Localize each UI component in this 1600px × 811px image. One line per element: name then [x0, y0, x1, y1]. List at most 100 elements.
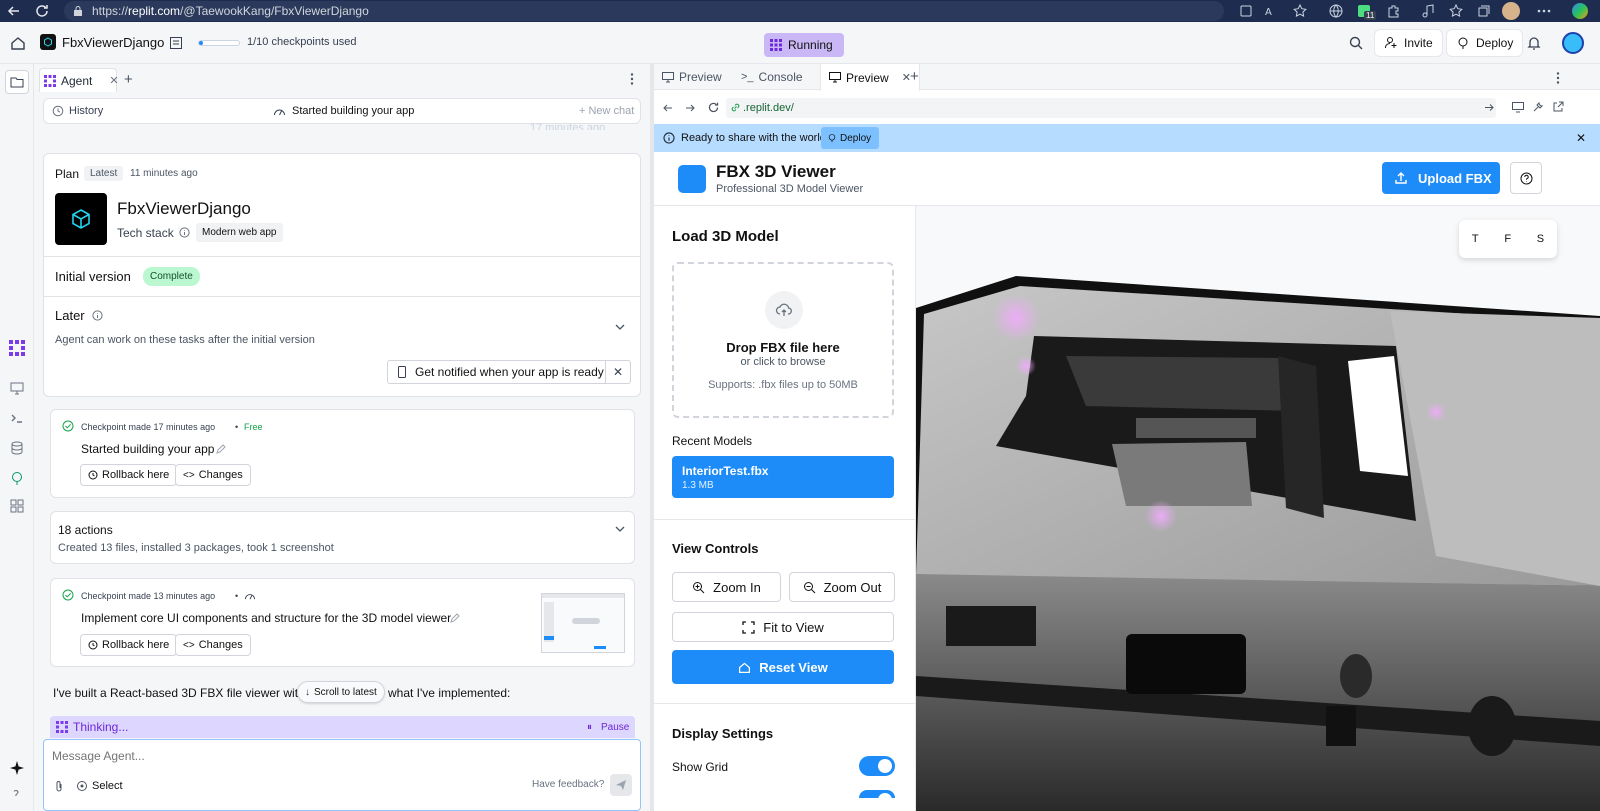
- send-button[interactable]: [610, 774, 632, 796]
- globe-icon[interactable]: [1328, 3, 1344, 19]
- device-icon[interactable]: [1512, 101, 1524, 113]
- checkpoint-list-icon[interactable]: [168, 35, 184, 51]
- scroll-to-latest-button[interactable]: ↓ Scroll to latest: [297, 681, 385, 703]
- pane-menu-icon[interactable]: [626, 72, 638, 86]
- message-input[interactable]: [52, 746, 612, 766]
- view-side-button[interactable]: S: [1537, 233, 1544, 245]
- edit-pencil-icon[interactable]: [215, 443, 227, 455]
- back-arrow-icon[interactable]: [662, 102, 674, 114]
- info-icon[interactable]: [179, 227, 190, 238]
- paperclip-icon[interactable]: [54, 780, 64, 792]
- wrench-icon[interactable]: [1532, 101, 1544, 113]
- deploy-button[interactable]: Deploy: [1446, 29, 1524, 57]
- view-cube-toolbar: T F S: [1459, 220, 1557, 258]
- drop-subtitle: or click to browse: [740, 356, 826, 368]
- new-tab-icon[interactable]: +: [124, 71, 133, 88]
- more-icon[interactable]: [1536, 3, 1552, 19]
- second-toggle[interactable]: [859, 790, 895, 798]
- reset-view-button[interactable]: Reset View: [672, 650, 894, 684]
- view-front-button[interactable]: F: [1504, 233, 1511, 245]
- changes-button[interactable]: <> Changes: [175, 464, 251, 486]
- thinking-bar: Thinking... ⏸ Pause: [50, 716, 635, 738]
- running-status[interactable]: Running: [764, 33, 844, 57]
- database-icon[interactable]: [9, 440, 25, 456]
- view-top-button[interactable]: T: [1472, 233, 1479, 245]
- actions-card[interactable]: 18 actions Created 13 files, installed 3…: [50, 511, 635, 564]
- preview-monitor-icon[interactable]: [9, 380, 25, 396]
- zoom-in-label: Zoom In: [713, 579, 761, 595]
- grid-apps-icon[interactable]: [9, 498, 25, 514]
- close-tab-icon[interactable]: ✕: [109, 74, 118, 87]
- rollback-button[interactable]: Rollback here: [80, 634, 178, 656]
- read-aloud-icon[interactable]: A: [1264, 3, 1280, 19]
- app-icon[interactable]: [1238, 3, 1254, 19]
- drop-zone[interactable]: Drop FBX file here or click to browse Su…: [672, 262, 894, 418]
- go-arrow-icon[interactable]: [1484, 102, 1495, 113]
- close-banner-icon[interactable]: ✕: [1576, 131, 1586, 145]
- console-icon[interactable]: [9, 410, 25, 426]
- copilot-icon[interactable]: [1572, 3, 1588, 19]
- recent-model-item[interactable]: InteriorTest.fbx 1.3 MB: [672, 456, 894, 498]
- external-link-icon[interactable]: [1552, 101, 1564, 113]
- banner-text: Ready to share with the world?: [681, 132, 833, 144]
- tab-console[interactable]: >_ Console: [733, 64, 811, 90]
- search-icon[interactable]: [1348, 35, 1364, 51]
- upload-fbx-button[interactable]: Upload FBX: [1382, 162, 1500, 194]
- zoom-out-button[interactable]: Zoom Out: [789, 572, 895, 602]
- chevron-down-icon[interactable]: [614, 322, 626, 332]
- later-info-icon[interactable]: [92, 310, 103, 321]
- edit-pencil-icon[interactable]: [449, 612, 461, 624]
- fit-to-view-button[interactable]: Fit to View: [672, 612, 894, 642]
- console-icon: >_: [741, 71, 754, 83]
- help-button[interactable]: [1510, 162, 1542, 194]
- zoom-in-button[interactable]: Zoom In: [672, 572, 781, 602]
- music-icon[interactable]: [1420, 3, 1436, 19]
- deployments-icon[interactable]: [9, 470, 25, 486]
- tab-preview[interactable]: Preview: [654, 64, 730, 90]
- invite-button[interactable]: Invite: [1374, 29, 1443, 57]
- back-arrow-icon[interactable]: [6, 3, 22, 19]
- forward-arrow-icon[interactable]: [684, 102, 696, 114]
- pane-menu-icon[interactable]: [1552, 71, 1564, 85]
- show-grid-toggle[interactable]: [859, 756, 895, 776]
- puzzle-icon[interactable]: [1386, 3, 1402, 19]
- zoom-out-label: Zoom Out: [823, 579, 882, 595]
- code-icon: <>: [183, 639, 195, 651]
- new-chat-button[interactable]: + New chat: [579, 105, 634, 117]
- agent-tab-icon: [44, 74, 56, 87]
- new-tab-icon[interactable]: +: [910, 68, 919, 85]
- profile-avatar[interactable]: [1502, 2, 1520, 20]
- monitor-icon: [662, 71, 674, 83]
- pause-button[interactable]: Pause: [601, 722, 629, 733]
- viewport-3d[interactable]: T F S: [916, 206, 1600, 811]
- help-icon: [1520, 172, 1533, 185]
- changes-button[interactable]: <> Changes: [175, 634, 251, 656]
- tab-agent[interactable]: Agent ✕: [39, 68, 119, 92]
- reload-icon[interactable]: [707, 101, 720, 114]
- rollback-button[interactable]: Rollback here: [80, 464, 178, 486]
- collections-icon[interactable]: [1476, 3, 1492, 19]
- banner-deploy-button[interactable]: Deploy: [821, 127, 879, 149]
- chevron-down-icon[interactable]: [614, 524, 626, 534]
- bell-icon[interactable]: [1526, 35, 1542, 51]
- history-button[interactable]: History: [69, 105, 103, 117]
- agent-icon[interactable]: [9, 340, 25, 356]
- help-icon[interactable]: ?: [9, 786, 25, 796]
- screenshot-thumbnail[interactable]: [541, 593, 625, 653]
- favorites-icon[interactable]: [1448, 3, 1464, 19]
- tab-preview-active[interactable]: Preview ✕: [820, 64, 920, 91]
- home-icon[interactable]: [10, 35, 26, 51]
- check-circle-icon: [62, 420, 74, 432]
- dismiss-icon[interactable]: ✕: [606, 365, 630, 379]
- select-button[interactable]: Select: [92, 780, 123, 792]
- files-button[interactable]: [5, 70, 29, 94]
- sparkle-icon[interactable]: [9, 760, 25, 776]
- preview-address-bar[interactable]: .replit.dev/: [726, 98, 1496, 118]
- reload-icon[interactable]: [34, 3, 50, 19]
- notify-button[interactable]: Get notified when your app is ready ✕: [387, 360, 631, 384]
- address-bar[interactable]: https://replit.com/@TaewookKang/FbxViewe…: [64, 1, 1224, 21]
- user-avatar[interactable]: [1562, 32, 1584, 54]
- star-icon[interactable]: [1292, 3, 1308, 19]
- project-name[interactable]: FbxViewerDjango: [62, 35, 164, 50]
- feedback-link[interactable]: Have feedback?: [532, 779, 604, 790]
